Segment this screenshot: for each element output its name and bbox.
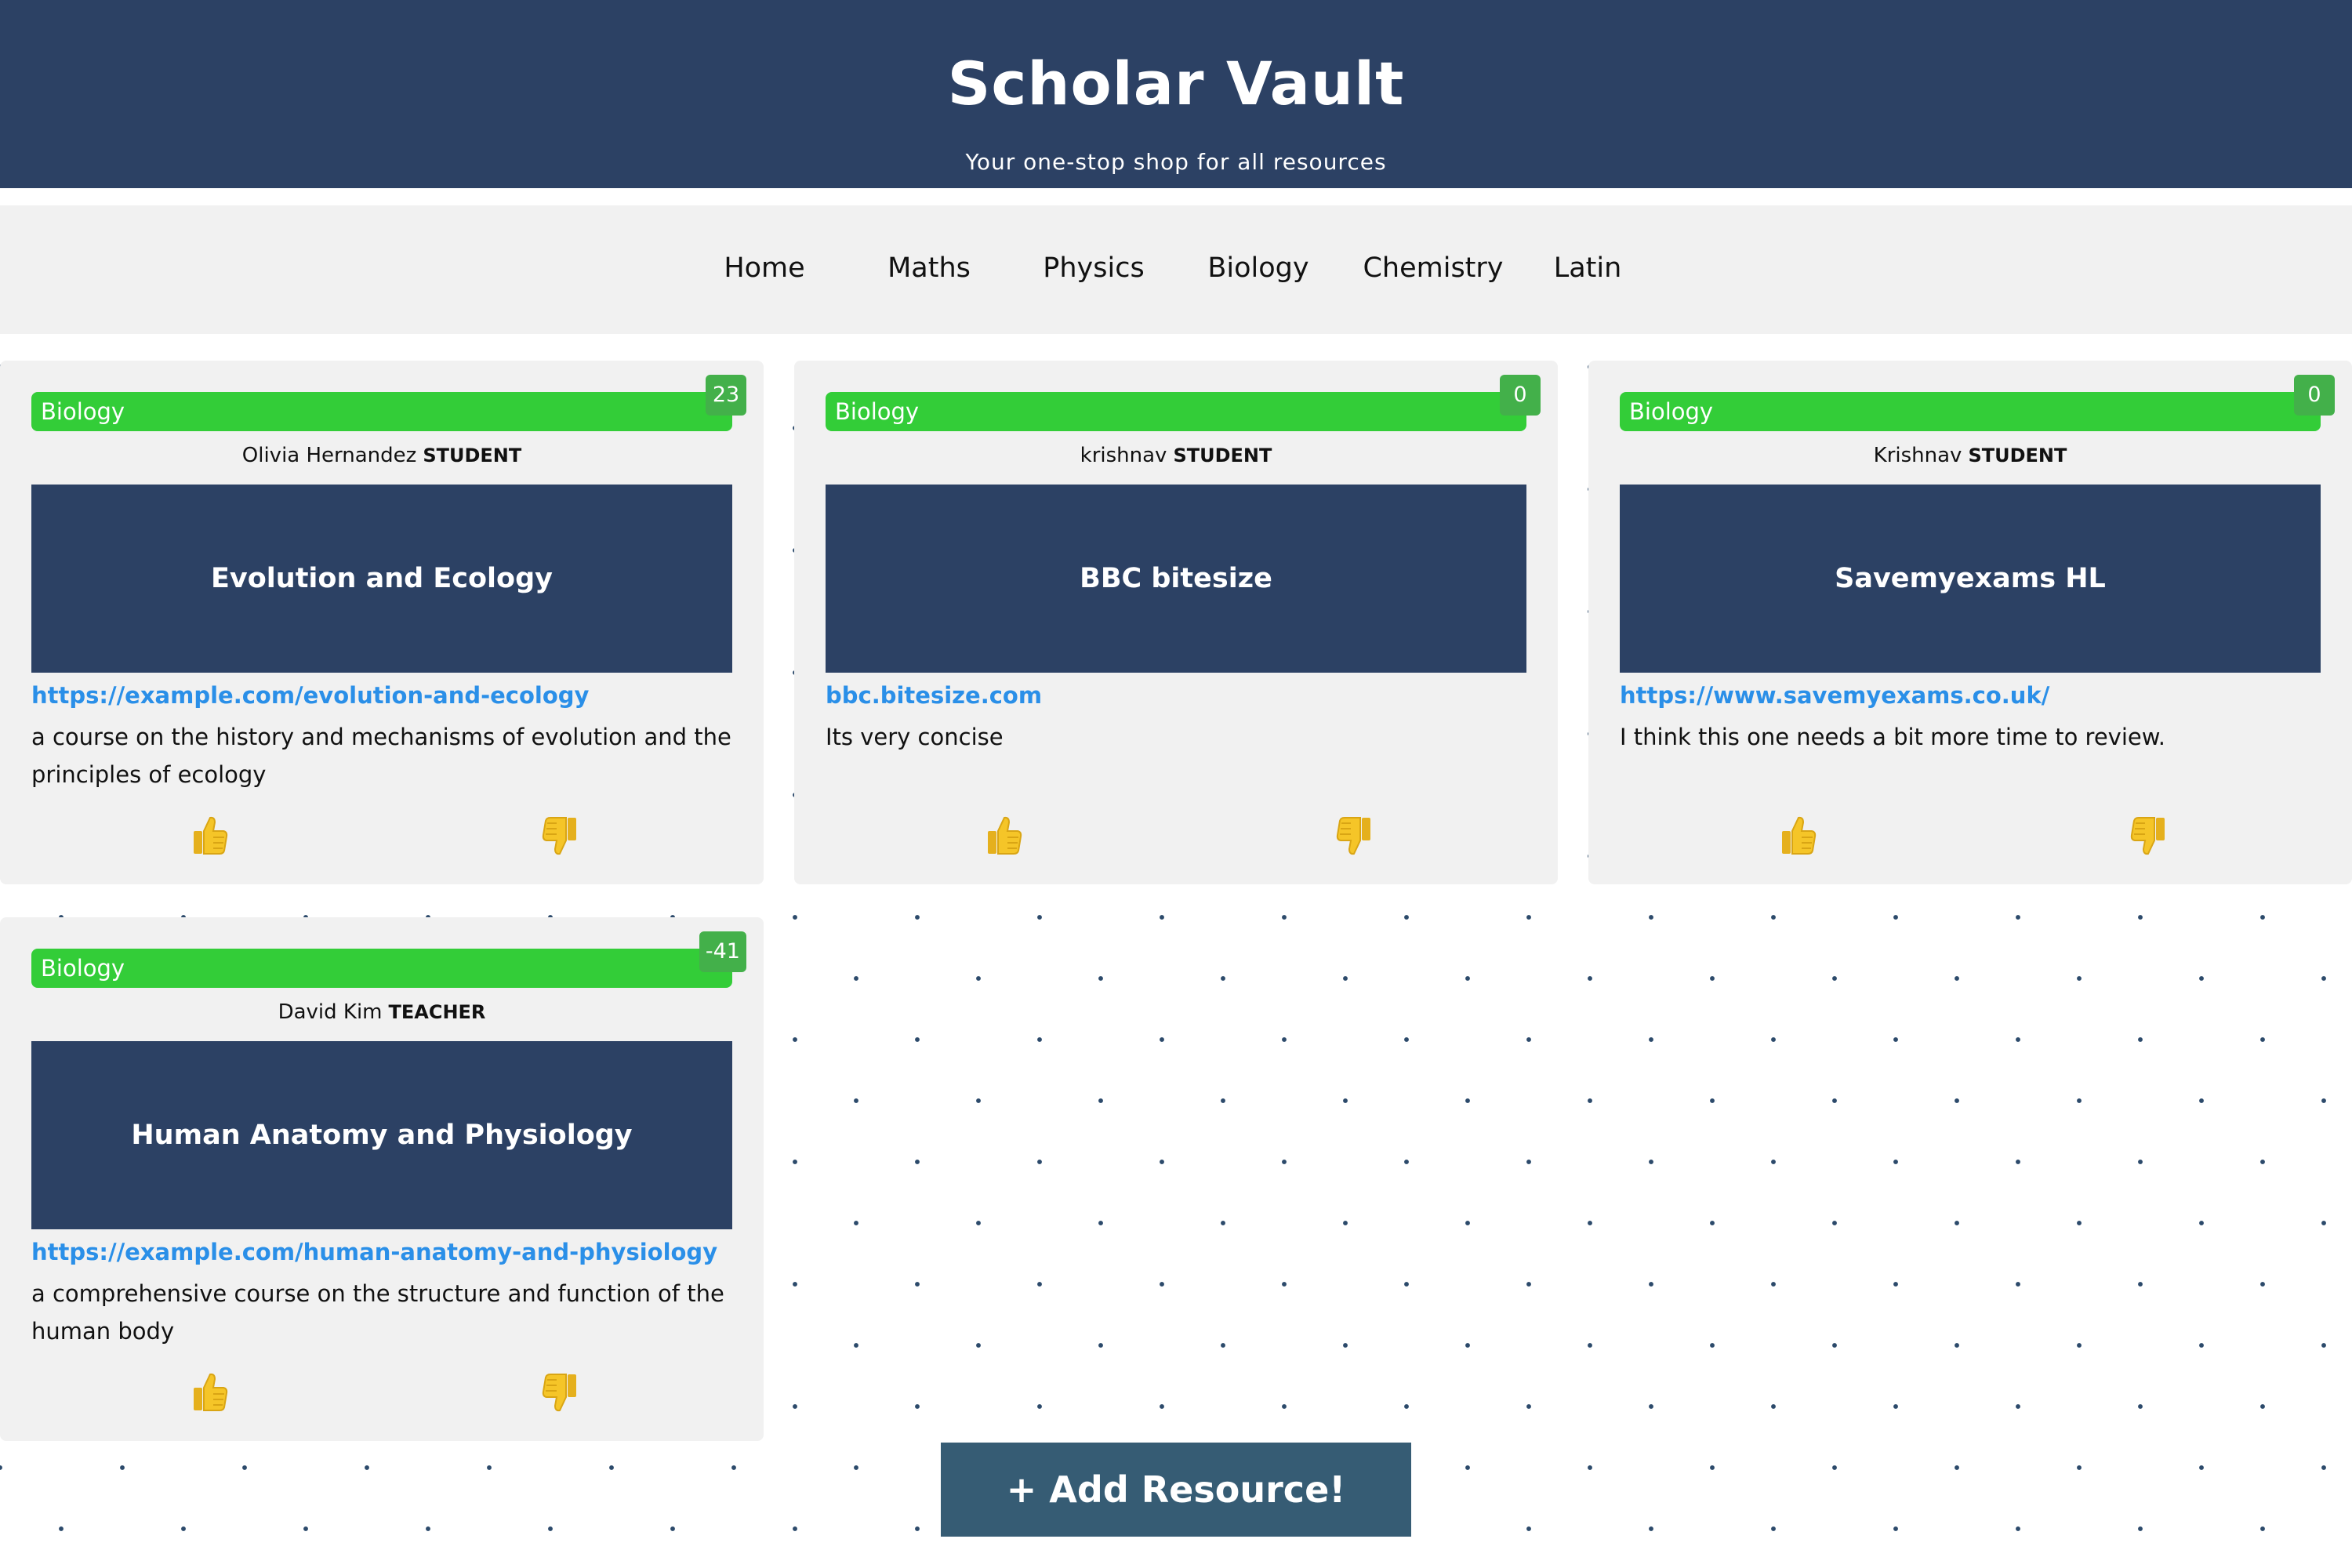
site-header: Scholar Vault Your one-stop shop for all…	[0, 0, 2352, 188]
resource-link[interactable]: https://example.com/human-anatomy-and-ph…	[31, 1239, 732, 1265]
thumbs-up-icon[interactable]	[191, 1372, 238, 1422]
author-name: krishnav	[1080, 444, 1167, 467]
author-name: Olivia Hernandez	[241, 444, 417, 467]
nav-item-physics[interactable]: Physics	[1043, 252, 1144, 284]
resource-card: Biology 0 Krishnav STUDENT Savemyexams HL…	[1588, 361, 2352, 884]
resource-description: Its very concise	[826, 724, 1004, 750]
author-role: TEACHER	[388, 1001, 486, 1023]
resource-link[interactable]: https://example.com/evolution-and-ecolog…	[31, 682, 732, 709]
site-title: Scholar Vault	[947, 49, 1405, 118]
category-label: Biology	[826, 392, 1526, 431]
resource-title: BBC bitesize	[826, 485, 1526, 673]
score-badge: 0	[2294, 375, 2335, 416]
author-name: David Kim	[278, 1000, 383, 1024]
add-resource-button[interactable]: + Add Resource!	[941, 1443, 1411, 1537]
nav-item-chemistry[interactable]: Chemistry	[1363, 252, 1503, 284]
score-badge: -41	[699, 931, 746, 972]
score-badge: 23	[706, 375, 746, 416]
author-role: STUDENT	[1968, 445, 2067, 466]
resource-link[interactable]: bbc.bitesize.com	[826, 682, 1526, 709]
thumbs-down-icon[interactable]	[541, 815, 588, 866]
author-line: krishnav STUDENT	[826, 444, 1526, 467]
resource-card: Biology 0 krishnav STUDENT BBC bitesize b…	[794, 361, 1558, 884]
resource-title: Human Anatomy and Physiology	[31, 1041, 732, 1229]
resource-description: a comprehensive course on the structure …	[31, 1280, 724, 1345]
thumbs-up-icon[interactable]	[191, 815, 238, 866]
resource-card: Biology -41 David Kim TEACHER Human Anato…	[0, 917, 764, 1441]
resource-title: Savemyexams HL	[1620, 485, 2321, 673]
author-name: Krishnav	[1873, 444, 1962, 467]
author-role: STUDENT	[1173, 445, 1272, 466]
category-label: Biology	[31, 392, 732, 431]
site-subtitle: Your one-stop shop for all resources	[965, 149, 1387, 175]
category-label: Biology	[31, 949, 732, 988]
thumbs-up-icon[interactable]	[985, 815, 1033, 866]
nav-item-home[interactable]: Home	[724, 252, 804, 284]
resource-title: Evolution and Ecology	[31, 485, 732, 673]
nav-item-maths[interactable]: Maths	[887, 252, 971, 284]
thumbs-down-icon[interactable]	[541, 1372, 588, 1422]
nav-item-latin[interactable]: Latin	[1554, 252, 1622, 284]
author-line: Olivia Hernandez STUDENT	[31, 444, 732, 467]
resource-link[interactable]: https://www.savemyexams.co.uk/	[1620, 682, 2321, 709]
resource-description: I think this one needs a bit more time t…	[1620, 724, 2165, 750]
nav-bar: Home Maths Physics Biology Chemistry Lat…	[0, 205, 2352, 334]
thumbs-down-icon[interactable]	[1335, 815, 1382, 866]
author-line: Krishnav STUDENT	[1620, 444, 2321, 467]
thumbs-up-icon[interactable]	[1780, 815, 1827, 866]
thumbs-down-icon[interactable]	[2129, 815, 2176, 866]
category-label: Biology	[1620, 392, 2321, 431]
resource-description: a course on the history and mechanisms o…	[31, 724, 731, 788]
resource-card: Biology 23 Olivia Hernandez STUDENT Evolu…	[0, 361, 764, 884]
author-role: STUDENT	[423, 445, 522, 466]
nav-item-biology[interactable]: Biology	[1207, 252, 1308, 284]
author-line: David Kim TEACHER	[31, 1000, 732, 1024]
score-badge: 0	[1500, 375, 1541, 416]
